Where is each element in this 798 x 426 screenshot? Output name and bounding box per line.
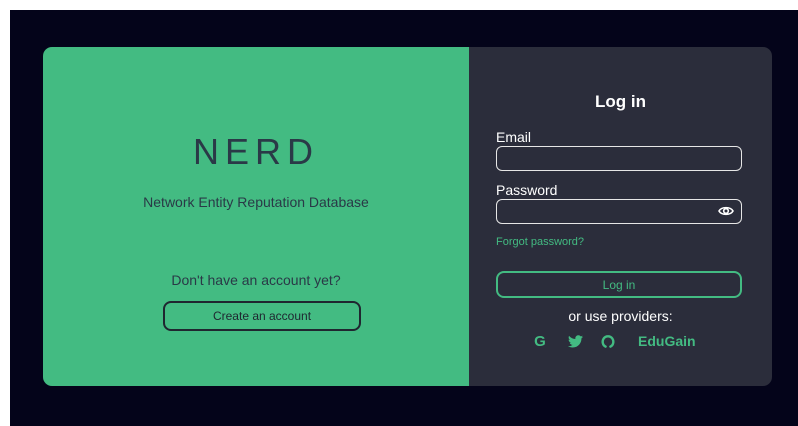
login-card: NERD Network Entity Reputation Database … [43, 47, 772, 386]
twitter-icon[interactable] [566, 334, 584, 348]
github-icon[interactable] [599, 334, 617, 348]
eye-icon[interactable] [718, 205, 734, 217]
edugain-provider[interactable]: EduGain [638, 333, 696, 349]
password-label: Password [496, 182, 558, 198]
password-field[interactable] [496, 199, 742, 224]
email-field[interactable] [496, 146, 742, 171]
brand-subtitle: Network Entity Reputation Database [143, 194, 369, 210]
provider-list: G EduGain [531, 332, 696, 350]
forgot-password-link[interactable]: Forgot password? [496, 236, 584, 248]
welcome-panel: NERD Network Entity Reputation Database … [43, 47, 469, 386]
login-button[interactable]: Log in [496, 271, 742, 298]
google-icon[interactable]: G [531, 333, 549, 350]
email-label: Email [496, 129, 532, 145]
create-account-button[interactable]: Create an account [163, 301, 361, 331]
page-background: NERD Network Entity Reputation Database … [10, 10, 798, 426]
brand-name: NERD [192, 131, 319, 172]
providers-label: or use providers: [568, 308, 673, 324]
login-panel: Log in Email Password Forgot password? L… [469, 47, 772, 386]
login-title: Log in [595, 92, 646, 111]
signup-prompt: Don't have an account yet? [171, 272, 341, 288]
